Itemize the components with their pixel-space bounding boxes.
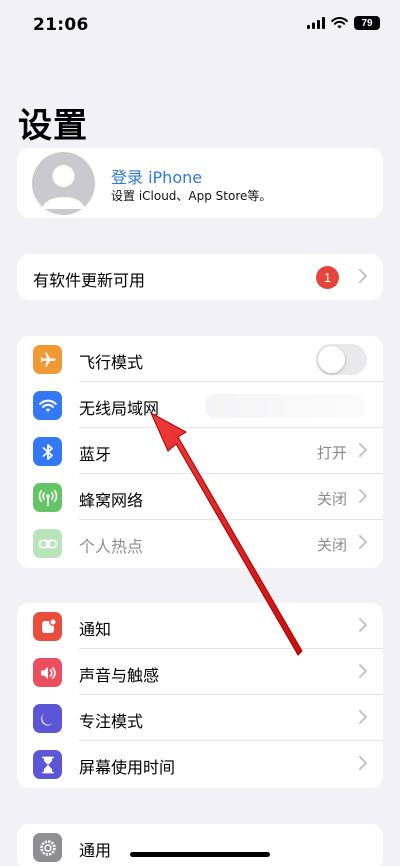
hotspot-link-icon: [33, 529, 62, 558]
software-update-label: 有软件更新可用: [33, 271, 146, 290]
cellular-label: 蜂窝网络: [79, 491, 144, 510]
wifi-label: 无线局域网: [79, 399, 160, 418]
moon-icon: [33, 704, 62, 733]
toggle-knob: [318, 346, 345, 373]
software-update-card[interactable]: 有软件更新可用 1: [17, 254, 383, 300]
chevron-right-icon: [359, 269, 367, 283]
bell-icon: [33, 612, 62, 641]
focus-row[interactable]: 专注模式: [17, 695, 383, 741]
cellular-value: 关闭: [316, 490, 347, 508]
network-settings-group: 飞行模式 无线局域网 蓝牙 打开 蜂窝网络 关闭 个人热点 关闭: [17, 336, 383, 568]
profile-name: 登录 iPhone: [111, 168, 203, 187]
battery-icon: 79: [354, 16, 380, 30]
airplane-icon: [33, 345, 62, 374]
bluetooth-value: 打开: [316, 444, 347, 462]
chevron-right-icon: [359, 710, 367, 724]
status-icons: 79: [307, 16, 380, 30]
cellular-row[interactable]: 蜂窝网络 关闭: [17, 474, 383, 520]
screen-time-label: 屏幕使用时间: [79, 758, 176, 777]
sounds-row[interactable]: 声音与触感: [17, 649, 383, 695]
general-label: 通用: [79, 841, 112, 860]
airplane-mode-row[interactable]: 飞行模式: [17, 336, 383, 382]
hotspot-row[interactable]: 个人热点 关闭: [17, 520, 383, 566]
bluetooth-row[interactable]: 蓝牙 打开: [17, 428, 383, 474]
general-row[interactable]: 通用: [17, 824, 383, 866]
avatar-icon: [32, 152, 95, 215]
bluetooth-label: 蓝牙: [79, 445, 112, 464]
wifi-value-redacted: [205, 394, 365, 418]
wifi-status-icon: [331, 17, 348, 29]
gear-icon: [33, 833, 62, 862]
profile-card[interactable]: 登录 iPhone 设置 iCloud、App Store等。: [17, 148, 383, 218]
speaker-icon: [33, 658, 62, 687]
profile-subtitle: 设置 iCloud、App Store等。: [111, 189, 272, 203]
hotspot-value: 关闭: [316, 536, 347, 554]
chevron-right-icon: [359, 618, 367, 632]
notification-settings-group: 通知 声音与触感 专注模式 屏幕使用时间: [17, 603, 383, 788]
bluetooth-icon: [33, 437, 62, 466]
focus-label: 专注模式: [79, 712, 144, 731]
status-bar: 21:06 79: [0, 0, 400, 50]
chevron-right-icon: [359, 535, 367, 549]
home-indicator[interactable]: [130, 852, 270, 857]
chevron-right-icon: [359, 443, 367, 457]
update-badge: 1: [316, 266, 339, 289]
screen-time-row[interactable]: 屏幕使用时间: [17, 741, 383, 787]
airplane-mode-label: 飞行模式: [79, 353, 144, 372]
chevron-right-icon: [359, 756, 367, 770]
hotspot-label: 个人热点: [79, 537, 144, 556]
page-title: 设置: [18, 106, 88, 146]
status-time: 21:06: [33, 15, 89, 35]
sounds-label: 声音与触感: [79, 666, 160, 685]
airplane-mode-toggle[interactable]: [316, 344, 367, 375]
notifications-row[interactable]: 通知: [17, 603, 383, 649]
notifications-label: 通知: [79, 620, 112, 639]
software-update-row[interactable]: 有软件更新可用 1: [17, 254, 383, 300]
cellular-antenna-icon: [33, 483, 62, 512]
chevron-right-icon: [359, 664, 367, 678]
chevron-right-icon: [359, 489, 367, 503]
wifi-row[interactable]: 无线局域网: [17, 382, 383, 428]
wifi-icon: [33, 391, 62, 420]
general-settings-group: 通用: [17, 824, 383, 866]
signal-icon: [307, 17, 325, 29]
hourglass-icon: [33, 750, 62, 779]
